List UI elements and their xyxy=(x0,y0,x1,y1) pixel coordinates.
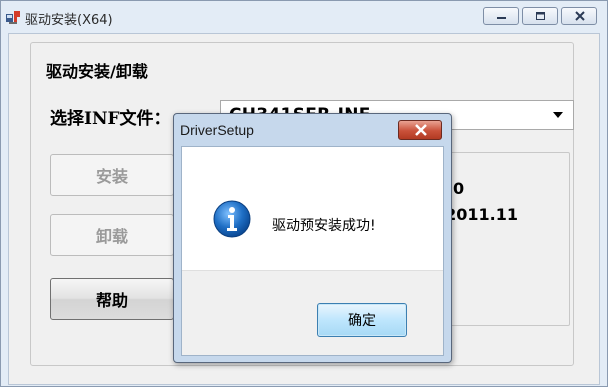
help-button[interactable]: 帮助 xyxy=(50,278,174,320)
close-icon xyxy=(575,11,585,21)
dialog-message: 驱动预安装成功! xyxy=(272,218,376,234)
minimize-button[interactable] xyxy=(483,7,519,25)
dialog-title: DriverSetup xyxy=(180,122,254,138)
maximize-icon xyxy=(536,12,545,20)
group-title: 驱动安装/卸载 xyxy=(44,58,150,82)
close-button[interactable] xyxy=(561,7,597,25)
window-title: 驱动安装(X64) xyxy=(25,13,113,28)
info-icon xyxy=(213,200,251,238)
close-icon xyxy=(415,124,427,136)
chevron-down-icon xyxy=(553,112,563,118)
inf-file-label: 选择INF文件： xyxy=(50,109,171,129)
uninstall-button[interactable]: 卸载 xyxy=(50,214,174,256)
ok-button[interactable]: 确定 xyxy=(317,303,407,337)
driver-setup-dialog: DriverSetup 驱动预安装成功! 确定 xyxy=(173,113,452,363)
dialog-close-button[interactable] xyxy=(398,120,442,140)
driver-setup-app-icon xyxy=(5,9,21,25)
driver-info-line-1: 0 xyxy=(453,179,465,198)
maximize-button[interactable] xyxy=(522,7,558,25)
minimize-icon xyxy=(497,17,506,19)
title-bar[interactable]: 驱动安装(X64) xyxy=(1,1,607,33)
install-button[interactable]: 安装 xyxy=(50,154,174,196)
